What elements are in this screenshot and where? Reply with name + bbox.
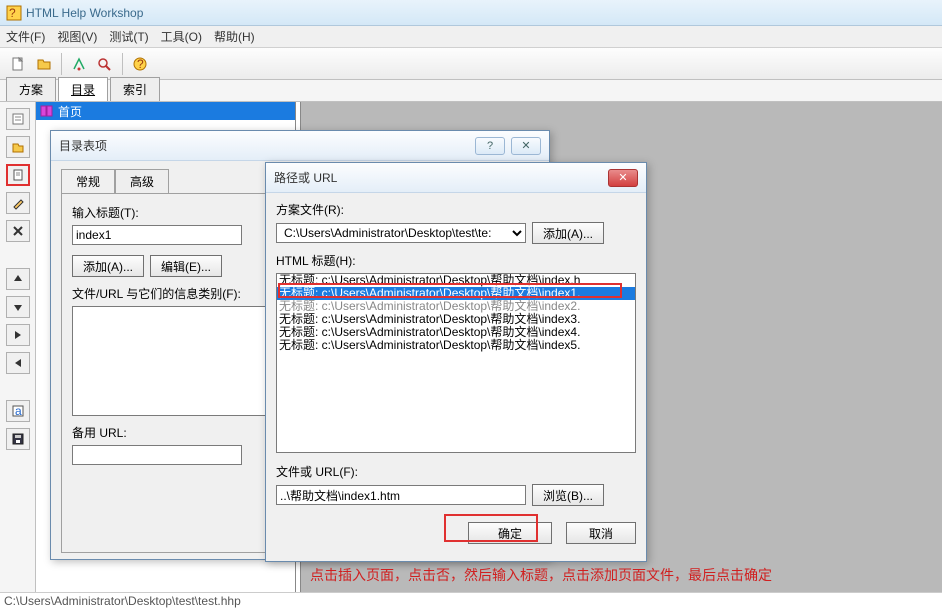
- browse-button[interactable]: 浏览(B)...: [532, 484, 604, 506]
- help-icon[interactable]: ?: [128, 52, 152, 76]
- tab-index[interactable]: 索引: [110, 77, 160, 101]
- list-item[interactable]: 无标题: c:\Users\Administrator\Desktop\帮助文档…: [277, 339, 635, 352]
- edit-button[interactable]: 编辑(E)...: [150, 255, 222, 277]
- html-title-listbox[interactable]: 无标题: c:\Users\Administrator\Desktop\帮助文档…: [276, 273, 636, 453]
- move-left-icon[interactable]: [6, 352, 30, 374]
- move-up-icon[interactable]: [6, 268, 30, 290]
- alt-url-field[interactable]: [72, 445, 242, 465]
- edit-icon[interactable]: [6, 192, 30, 214]
- toolbar-separator: [61, 53, 62, 75]
- menu-tools[interactable]: 工具(O): [161, 28, 202, 45]
- tab-general[interactable]: 常规: [61, 169, 115, 193]
- svg-text:a: a: [15, 404, 22, 418]
- close-button[interactable]: ✕: [608, 169, 638, 187]
- window-titlebar: ? HTML Help Workshop: [0, 0, 942, 26]
- view-source-icon[interactable]: a: [6, 400, 30, 422]
- file-url-label: 文件或 URL(F):: [276, 463, 636, 480]
- main-tabs: 方案 目录 索引: [0, 80, 942, 102]
- view-compiled-icon[interactable]: [93, 52, 117, 76]
- menu-help[interactable]: 帮助(H): [214, 28, 255, 45]
- svg-text:?: ?: [9, 6, 16, 20]
- toolbar-separator2: [122, 53, 123, 75]
- delete-icon[interactable]: [6, 220, 30, 242]
- file-url-field[interactable]: [276, 485, 526, 505]
- project-file-select[interactable]: C:\Users\Administrator\Desktop\test\te:: [276, 223, 526, 243]
- status-bar: C:\Users\Administrator\Desktop\test\test…: [0, 592, 942, 608]
- move-right-icon[interactable]: [6, 324, 30, 346]
- menubar: 文件(F) 视图(V) 测试(T) 工具(O) 帮助(H): [0, 26, 942, 48]
- insert-page-icon[interactable]: [6, 164, 30, 186]
- menu-view[interactable]: 视图(V): [57, 28, 97, 45]
- book-icon: [40, 105, 54, 117]
- tree-root-item[interactable]: 首页: [36, 102, 295, 120]
- menu-test[interactable]: 测试(T): [109, 28, 148, 45]
- tab-advanced[interactable]: 高级: [115, 169, 169, 193]
- window-title: HTML Help Workshop: [26, 6, 143, 20]
- app-icon: ?: [6, 5, 22, 21]
- left-toolbar: a: [0, 102, 36, 592]
- save-icon[interactable]: [6, 428, 30, 450]
- compile-icon[interactable]: [67, 52, 91, 76]
- menu-file[interactable]: 文件(F): [6, 28, 45, 45]
- toolbar: ?: [0, 48, 942, 80]
- tab-plan[interactable]: 方案: [6, 77, 56, 101]
- dialog-path-titlebar: 路径或 URL ✕: [266, 163, 646, 193]
- html-title-label: HTML 标题(H):: [276, 252, 636, 269]
- dialog-toc-title: 目录表项: [59, 137, 475, 154]
- insert-heading-icon[interactable]: [6, 136, 30, 158]
- annotation-text: 点击插入页面，点击否，然后输入标题，点击添加页面文件，最后点击确定: [310, 565, 772, 585]
- input-title-field[interactable]: [72, 225, 242, 245]
- ok-button[interactable]: 确定: [468, 522, 552, 544]
- tree-root-label: 首页: [58, 103, 82, 120]
- cancel-button[interactable]: 取消: [566, 522, 636, 544]
- new-file-icon[interactable]: [6, 52, 30, 76]
- tab-contents[interactable]: 目录: [58, 77, 108, 101]
- status-text: C:\Users\Administrator\Desktop\test\test…: [4, 594, 241, 608]
- dialog-path-url: 路径或 URL ✕ 方案文件(R): C:\Users\Administrato…: [265, 162, 647, 562]
- dialog-path-title: 路径或 URL: [274, 169, 608, 186]
- close-button[interactable]: ✕: [511, 137, 541, 155]
- add-button[interactable]: 添加(A)...: [72, 255, 144, 277]
- svg-text:?: ?: [137, 57, 144, 71]
- move-down-icon[interactable]: [6, 296, 30, 318]
- properties-icon[interactable]: [6, 108, 30, 130]
- add-project-button[interactable]: 添加(A)...: [532, 222, 604, 244]
- help-button[interactable]: ?: [475, 137, 505, 155]
- open-folder-icon[interactable]: [32, 52, 56, 76]
- dialog-toc-titlebar: 目录表项 ? ✕: [51, 131, 549, 161]
- project-file-label: 方案文件(R):: [276, 201, 636, 218]
